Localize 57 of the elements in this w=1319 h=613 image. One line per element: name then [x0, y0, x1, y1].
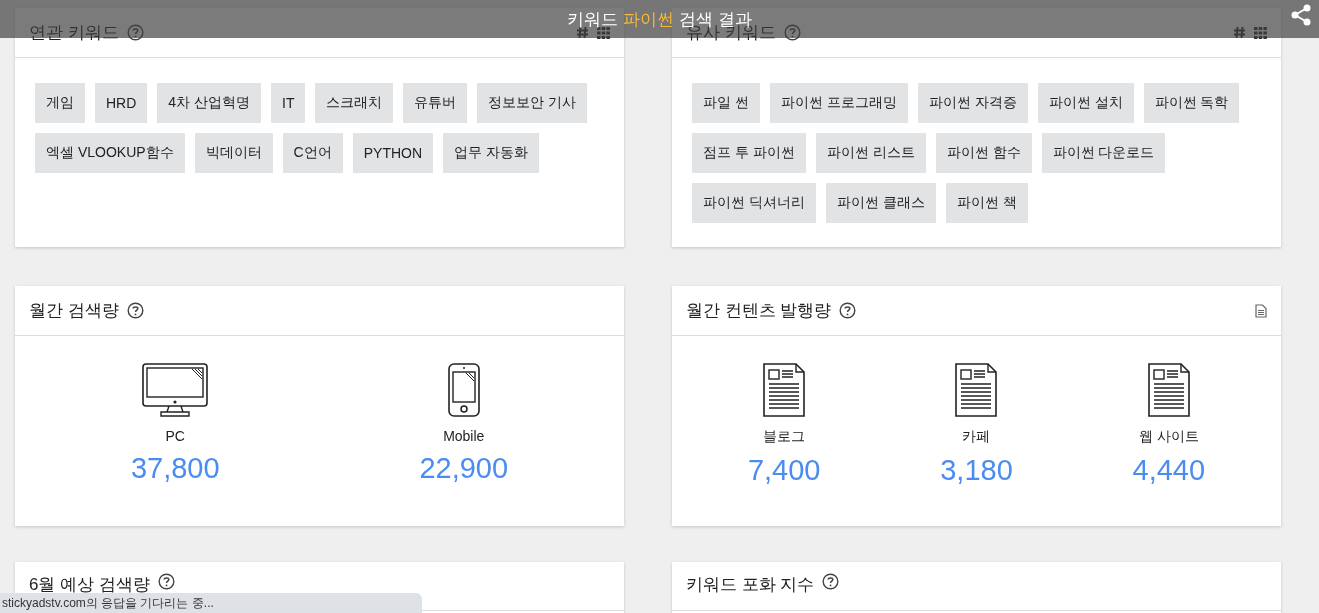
keyword-tag[interactable]: 점프 투 파이썬	[692, 133, 806, 173]
keyword-tag[interactable]: 파이썬 독학	[1143, 83, 1240, 123]
stat-label: PC	[165, 428, 185, 444]
hash-icon[interactable]	[1233, 26, 1246, 39]
keyword-tag[interactable]: PYTHON	[352, 133, 434, 173]
card-title: 연관 키워드	[29, 22, 119, 44]
stat-value: 3,180	[940, 454, 1013, 487]
card-title: 월간 컨텐츠 발행량	[686, 300, 832, 322]
help-icon[interactable]	[839, 302, 857, 319]
stat-label: 웹 사이트	[1138, 428, 1199, 446]
keyword-tag[interactable]: 빅데이터	[194, 133, 273, 173]
keyword-tag[interactable]: 파이썬 설치	[1037, 83, 1134, 123]
document-icon[interactable]	[1255, 303, 1267, 318]
card-title: 6월 예상 검색량	[29, 574, 150, 596]
keyword-tag[interactable]: 유튜버	[403, 83, 468, 123]
keyword-tag[interactable]: 게임	[35, 83, 85, 123]
hash-icon[interactable]	[576, 26, 589, 39]
document-icon	[955, 363, 998, 417]
document-icon	[763, 363, 806, 417]
status-toast: stickyadstv.com의 응답을 기다리는 중...	[0, 593, 422, 613]
keyword-tag[interactable]: 스크래치	[315, 83, 394, 123]
grid-icon[interactable]	[597, 26, 610, 39]
help-icon[interactable]	[157, 573, 175, 590]
share-icon[interactable]	[1289, 3, 1313, 27]
help-icon[interactable]	[822, 573, 840, 590]
keyword-tag[interactable]: 파이썬 다운로드	[1041, 133, 1166, 173]
stat-label: Mobile	[443, 428, 485, 444]
keyword-tag[interactable]: 파이썬 클래스	[825, 183, 936, 223]
help-icon[interactable]	[783, 24, 801, 41]
stat-label: 블로그	[763, 428, 806, 446]
keyword-tag[interactable]: C언어	[282, 133, 343, 173]
help-icon[interactable]	[126, 24, 144, 41]
keyword-tag[interactable]: 파이썬 자격증	[917, 83, 1028, 123]
keyword-tag[interactable]: 엑셀 VLOOKUP함수	[35, 133, 185, 173]
stat-label: 카페	[962, 428, 991, 446]
keyword-tag[interactable]: HRD	[95, 83, 148, 123]
help-icon[interactable]	[126, 302, 144, 319]
keyword-tag[interactable]: 파일 썬	[692, 83, 760, 123]
keyword-tag[interactable]: 파이썬 리스트	[815, 133, 926, 173]
stat-value: 37,800	[130, 452, 220, 485]
card-title: 월간 검색량	[29, 300, 119, 322]
stat-value: 7,400	[747, 454, 821, 487]
monitor-icon	[142, 363, 209, 417]
stat-value: 4,440	[1132, 454, 1206, 487]
keyword-tag[interactable]: 파이썬 딕셔너리	[692, 183, 816, 223]
card-title: 키워드 포화 지수	[686, 574, 815, 596]
keyword-tag[interactable]: 정보보안 기사	[477, 83, 588, 123]
keyword-tag[interactable]: 업무 자동화	[443, 133, 539, 173]
stat-value: 22,900	[419, 452, 509, 485]
grid-icon[interactable]	[1254, 26, 1267, 39]
keyword-tag[interactable]: IT	[271, 83, 306, 123]
keyword-tag[interactable]: 파이썬 책	[945, 183, 1028, 223]
phone-icon	[447, 363, 480, 417]
keyword-tag[interactable]: 파이썬 함수	[935, 133, 1032, 173]
keyword-tag[interactable]: 파이썬 프로그래밍	[769, 83, 908, 123]
document-icon	[1147, 363, 1190, 417]
keyword-tag[interactable]: 4차 산업혁명	[157, 83, 262, 123]
